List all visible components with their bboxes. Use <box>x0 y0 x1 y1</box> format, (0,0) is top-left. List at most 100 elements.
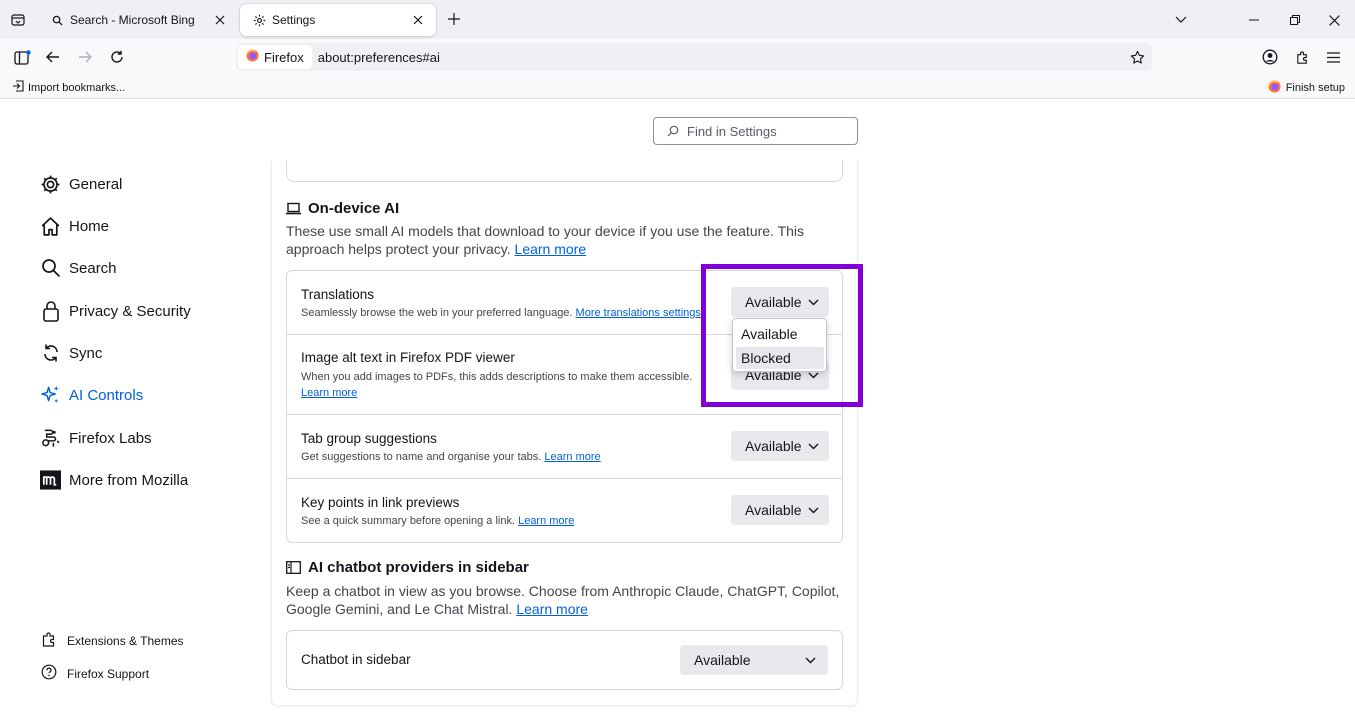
select-value: Available <box>745 438 802 454</box>
highlight-box <box>701 264 863 407</box>
tab-list-icon[interactable] <box>8 10 28 30</box>
finish-setup-button[interactable]: Finish setup <box>1267 80 1345 96</box>
bookmarks-toolbar: Import bookmarks... Finish setup <box>0 75 1355 99</box>
on-device-ai-description: These use small AI models that download … <box>286 222 846 258</box>
key-points-select[interactable]: Available <box>731 495 829 525</box>
sidebar-item-label: Sync <box>69 344 103 362</box>
learn-more-link[interactable]: Learn more <box>518 515 574 527</box>
extensions-themes-link[interactable]: Extensions & Themes <box>41 631 184 650</box>
firefox-logo-icon <box>1267 80 1281 96</box>
sidebar-item-sync[interactable]: Sync <box>40 340 102 366</box>
mozilla-icon <box>40 470 61 491</box>
row-label: Tab group suggestions <box>301 431 437 446</box>
extensions-themes-label: Extensions & Themes <box>67 633 184 648</box>
help-icon <box>41 664 57 683</box>
gear-icon <box>252 13 266 27</box>
reload-icon[interactable] <box>107 47 127 67</box>
search-placeholder: Find in Settings <box>687 123 777 139</box>
chatbot-select[interactable]: Available <box>680 645 828 675</box>
sidebar-item-label: Privacy & Security <box>69 302 191 320</box>
import-bookmarks-button[interactable]: Import bookmarks... <box>12 80 125 95</box>
close-window-icon[interactable] <box>1324 10 1344 30</box>
learn-more-link[interactable]: Learn more <box>301 387 357 399</box>
close-tab-icon[interactable] <box>410 12 426 28</box>
search-icon <box>666 124 680 138</box>
new-tab-icon[interactable] <box>445 10 463 28</box>
identity-badge[interactable]: Firefox <box>238 45 312 69</box>
gear-icon <box>40 174 61 195</box>
row-label: Image alt text in Firefox PDF viewer <box>301 350 515 365</box>
more-translations-settings-link[interactable]: More translations settings <box>576 307 701 319</box>
sidebar-item-label: Search <box>69 259 117 277</box>
finish-setup-label: Finish setup <box>1285 82 1345 94</box>
sidebar-item-label: More from Mozilla <box>69 471 189 489</box>
row-subtitle: Get suggestions to name and organise you… <box>301 451 601 463</box>
sidebar-item-more-from-mozilla[interactable]: More from Mozilla <box>40 467 188 493</box>
search-icon <box>40 258 61 279</box>
minimize-icon[interactable] <box>1244 10 1264 30</box>
firefox-support-link[interactable]: Firefox Support <box>41 664 149 683</box>
sidebar-item-general[interactable]: General <box>40 171 122 197</box>
select-value: Available <box>694 652 751 668</box>
chevron-down-icon <box>804 654 816 666</box>
chevron-down-icon[interactable] <box>1171 10 1191 30</box>
sidebar-item-label: AI Controls <box>69 386 144 404</box>
identity-label: Firefox <box>264 49 304 65</box>
chatbot-heading: AI chatbot providers in sidebar <box>286 559 529 576</box>
sparkle-icon <box>40 385 61 406</box>
sync-icon <box>40 343 61 364</box>
import-bookmarks-label: Import bookmarks... <box>28 81 126 94</box>
back-icon[interactable] <box>43 47 63 67</box>
tab-group-suggestions-row: Tab group suggestions Get suggestions to… <box>287 415 842 479</box>
puzzle-icon <box>41 631 57 650</box>
url-bar[interactable]: Firefox about:preferences#ai <box>236 43 1152 71</box>
tab-strip: Search - Microsoft Bing Settings <box>0 0 1355 39</box>
account-icon[interactable] <box>1260 47 1280 67</box>
chatbot-box: Chatbot in sidebar Available <box>286 630 843 690</box>
previous-section-box <box>286 160 843 182</box>
chevron-down-icon <box>808 504 819 516</box>
sidebar-item-privacy[interactable]: Privacy & Security <box>40 298 191 324</box>
chevron-down-icon <box>808 440 819 452</box>
menu-icon[interactable] <box>1323 47 1343 67</box>
chatbot-description: Keep a chatbot in view as you browse. Ch… <box>286 582 846 618</box>
row-label: Chatbot in sidebar <box>301 652 411 667</box>
tab-bing[interactable]: Search - Microsoft Bing <box>38 4 238 36</box>
firefox-support-label: Firefox Support <box>67 666 150 681</box>
learn-more-link[interactable]: Learn more <box>515 241 587 257</box>
navigation-toolbar: Firefox about:preferences#ai <box>0 39 1355 75</box>
tab-group-suggestions-select[interactable]: Available <box>731 431 829 461</box>
row-subtitle: Seamlessly browse the web in your prefer… <box>301 307 701 319</box>
section-title: AI chatbot providers in sidebar <box>308 559 529 576</box>
row-subtitle: When you add images to PDFs, this adds d… <box>301 371 693 399</box>
sidebar-toggle-icon[interactable] <box>12 47 32 67</box>
sidebar-panel-icon <box>286 560 301 575</box>
restore-icon[interactable] <box>1285 10 1305 30</box>
import-icon <box>12 80 24 95</box>
sidebar-item-label: Home <box>69 217 110 235</box>
bookmark-star-icon[interactable] <box>1128 48 1146 66</box>
learn-more-link[interactable]: Learn more <box>516 601 588 617</box>
section-title: On-device AI <box>308 200 400 217</box>
row-subtitle: See a quick summary before opening a lin… <box>301 515 575 527</box>
sidebar-item-ai-controls[interactable]: AI Controls <box>40 382 143 408</box>
sidebar-item-home[interactable]: Home <box>40 213 109 239</box>
key-points-row: Key points in link previews See a quick … <box>287 479 842 543</box>
extensions-icon[interactable] <box>1292 47 1312 67</box>
url-text[interactable]: about:preferences#ai <box>318 50 1128 65</box>
lock-icon <box>40 301 61 322</box>
sidebar-item-label: Firefox Labs <box>69 429 152 447</box>
home-icon <box>40 216 61 237</box>
close-tab-icon[interactable] <box>212 12 228 28</box>
find-in-settings-input[interactable]: Find in Settings <box>653 117 858 145</box>
search-icon <box>50 13 64 27</box>
forward-icon[interactable] <box>75 47 95 67</box>
firefox-logo-icon <box>246 49 259 65</box>
sidebar-item-label: General <box>69 175 123 193</box>
learn-more-link[interactable]: Learn more <box>544 451 600 463</box>
sidebar-item-firefox-labs[interactable]: Firefox Labs <box>40 425 152 451</box>
tab-settings[interactable]: Settings <box>240 4 436 36</box>
tab-title: Settings <box>272 13 316 27</box>
sidebar-item-search[interactable]: Search <box>40 255 117 281</box>
laptop-icon <box>286 201 301 216</box>
